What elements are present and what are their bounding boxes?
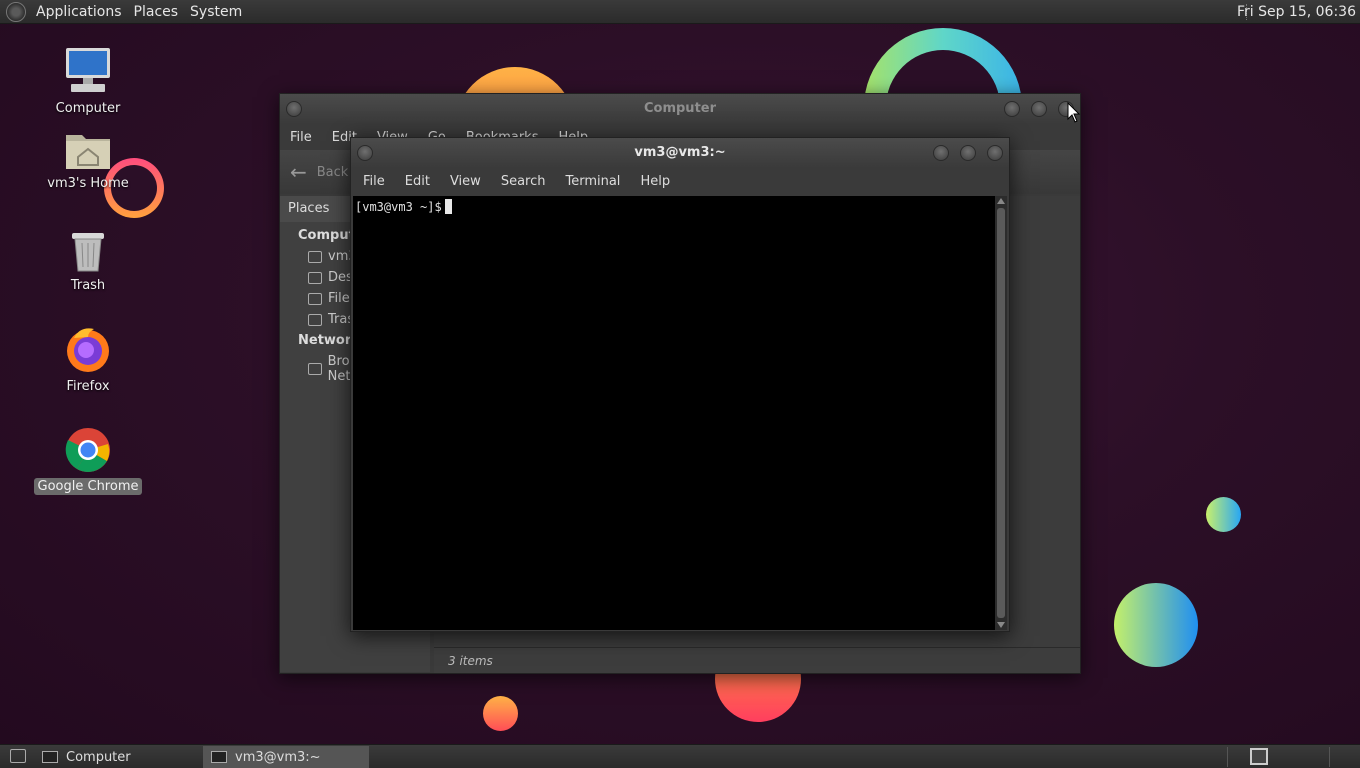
computer-icon [66,48,110,92]
terminal-icon [211,751,227,763]
close-button[interactable] [987,145,1003,161]
desktop-icon-computer[interactable]: Computer [33,46,143,117]
computer-icon [42,751,58,763]
clock[interactable]: Fri Sep 15, 06:36 [1237,0,1356,24]
show-desktop-icon[interactable] [10,749,26,763]
shell-prompt: [vm3@vm3 ~]$ [355,200,442,214]
bottom-panel: Computer vm3@vm3:~ [0,744,1360,768]
wallpaper-circle [1206,497,1241,532]
minimize-button[interactable] [1004,101,1020,117]
network-icon [308,363,322,375]
home-folder-icon [66,135,110,169]
wallpaper-circle [483,696,518,731]
terminal-window[interactable]: vm3@vm3:~ File Edit View Search Terminal… [350,137,1010,632]
workspace-switcher[interactable] [1250,748,1268,765]
panel-separator [1329,747,1330,767]
menu-file[interactable]: File [280,130,322,145]
terminal-scrollbar[interactable] [995,196,1007,630]
window-title: Computer [643,101,717,116]
menu-places[interactable]: Places [128,0,185,24]
menu-help[interactable]: Help [630,174,680,189]
trash-icon [72,233,104,272]
scrollbar-thumb[interactable] [997,208,1005,618]
terminal-menubar: File Edit View Search Terminal Help [351,168,1009,194]
chrome-icon [65,428,110,472]
maximize-button[interactable] [960,145,976,161]
applications-logo-icon[interactable] [6,1,26,22]
drive-icon [308,292,322,305]
maximize-button[interactable] [1031,101,1047,117]
back-button-label[interactable]: Back [317,165,349,180]
menu-terminal[interactable]: Terminal [555,174,630,189]
window-menu-button[interactable] [286,101,302,117]
desktop-icon-trash[interactable]: Trash [33,229,143,294]
firefox-icon [67,328,109,372]
scroll-down-icon[interactable] [997,622,1005,628]
minimize-button[interactable] [933,145,949,161]
terminal-output[interactable]: [vm3@vm3 ~]$ [353,196,995,630]
menu-file[interactable]: File [353,174,395,189]
window-title: vm3@vm3:~ [634,145,726,160]
home-folder-icon [308,250,322,263]
menu-applications[interactable]: Applications [30,0,128,24]
desktop-icon-firefox[interactable]: Firefox [33,326,143,395]
wallpaper-circle [1114,583,1198,667]
taskbar-item-terminal[interactable]: vm3@vm3:~ [203,746,369,768]
menu-edit[interactable]: Edit [395,174,440,189]
mouse-pointer-icon [1067,102,1081,123]
desktop-icon-google-chrome[interactable]: Google Chrome [33,426,143,495]
back-arrow-icon[interactable]: ← [290,160,307,184]
window-menu-button[interactable] [357,145,373,161]
taskbar-item-computer[interactable]: Computer [34,746,200,768]
desktop-folder-icon [308,271,322,284]
menu-search[interactable]: Search [491,174,556,189]
panel-separator [1227,747,1228,767]
trash-icon [308,313,322,326]
desktop-icon-home[interactable]: vm3's Home [33,129,143,192]
menu-system[interactable]: System [184,0,248,24]
file-manager-titlebar[interactable]: Computer [280,94,1080,124]
menu-view[interactable]: View [440,174,491,189]
scroll-up-icon[interactable] [997,198,1005,204]
top-panel: Applications Places System Fri Sep 15, 0… [0,0,1360,24]
terminal-titlebar[interactable]: vm3@vm3:~ [351,138,1009,168]
status-bar: 3 items [434,647,1080,673]
text-cursor [444,199,452,214]
